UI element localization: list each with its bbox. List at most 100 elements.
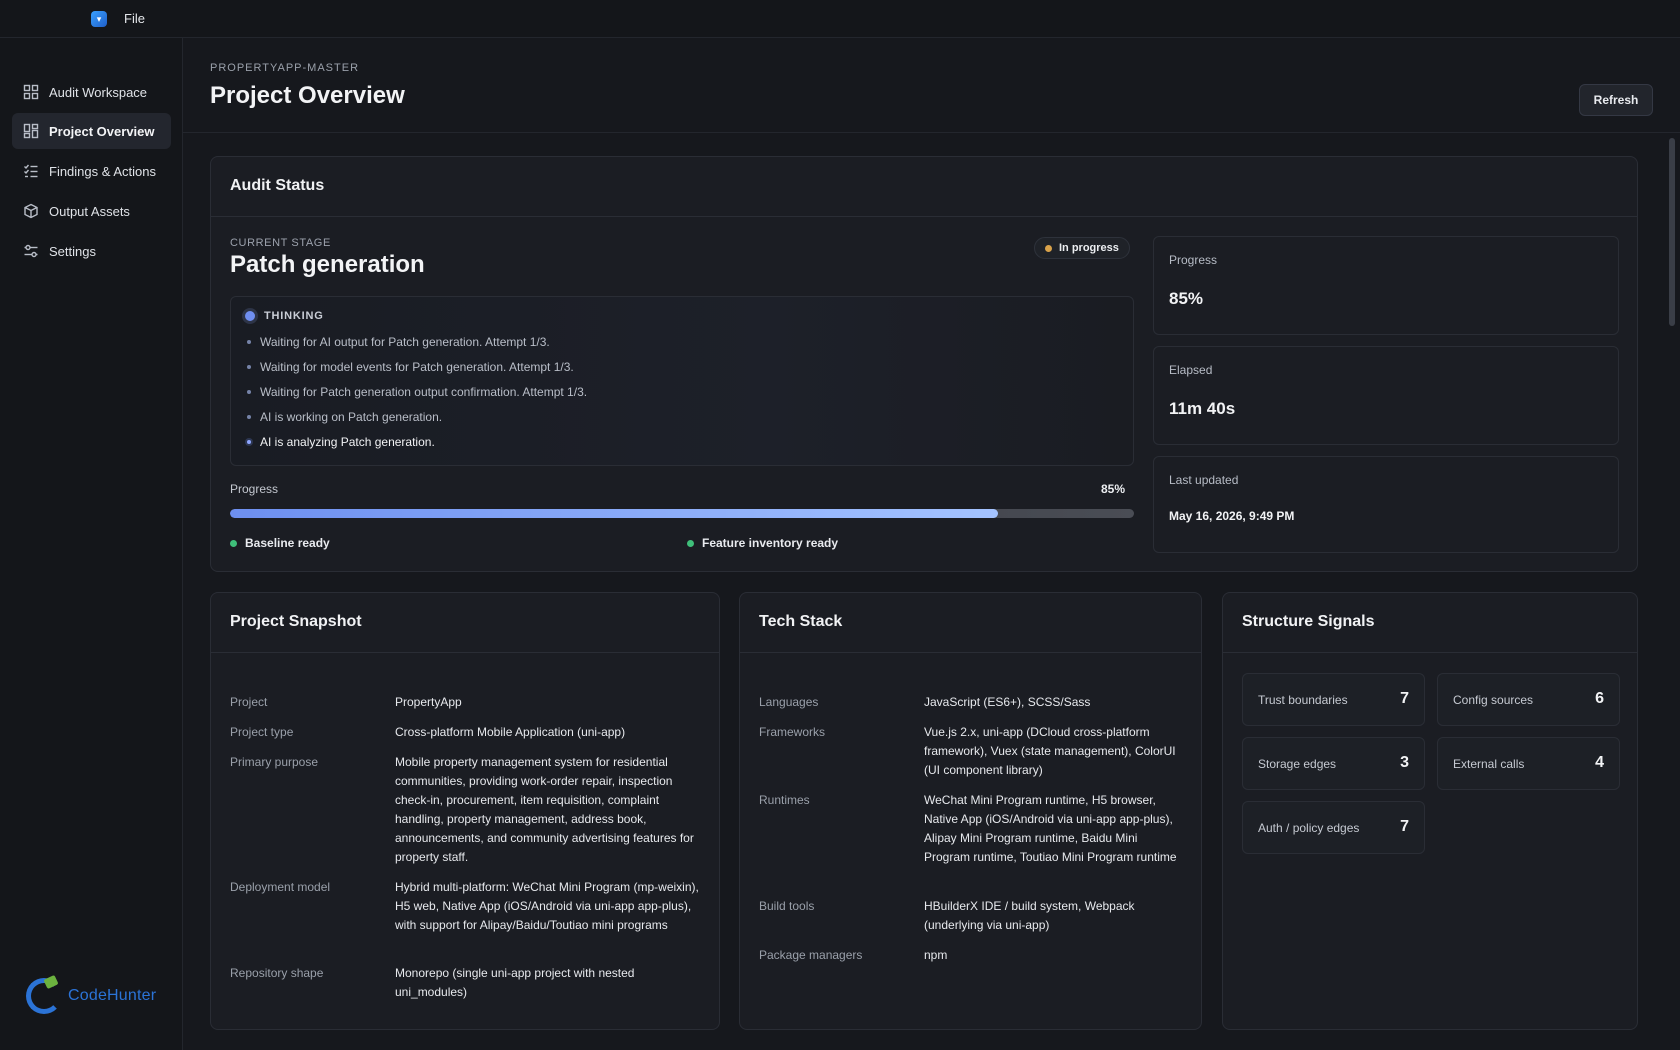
thinking-line-text: Waiting for Patch generation output conf…: [260, 385, 588, 399]
sidebar-item-settings[interactable]: Settings: [12, 233, 171, 269]
ready-tag-feature-inventory: Feature inventory ready: [687, 536, 838, 550]
sidebar-item-output-assets[interactable]: Output Assets: [12, 193, 171, 229]
metric-value: May 16, 2026, 9:49 PM: [1169, 509, 1295, 523]
thinking-line: Waiting for model events for Patch gener…: [247, 360, 574, 374]
card-title: Structure Signals: [1242, 613, 1375, 630]
page-title: Project Overview: [210, 82, 405, 109]
divider: [740, 652, 1201, 653]
sidebar-item-label: Audit Workspace: [49, 84, 148, 100]
sliders-icon: [23, 243, 39, 259]
overview-grid-icon: [23, 123, 39, 139]
field-label: Repository shape: [230, 966, 324, 980]
refresh-button[interactable]: Refresh: [1579, 84, 1653, 116]
sidebar-item-label: Settings: [49, 243, 96, 259]
field-label: Build tools: [759, 899, 815, 913]
sidebar-item-project-overview[interactable]: Project Overview: [12, 113, 171, 149]
sidebar-item-findings-actions[interactable]: Findings & Actions: [12, 153, 171, 189]
metric-value: 11m 40s: [1169, 399, 1236, 418]
checklist-icon: [23, 163, 39, 179]
field-value: Cross-platform Mobile Application (uni-a…: [395, 725, 626, 739]
field-label: Package managers: [759, 948, 863, 962]
structure-signals-card: Structure Signals Trust boundaries 7 Con…: [1222, 592, 1638, 1030]
sidebar-item-audit-workspace[interactable]: Audit Workspace: [12, 74, 171, 110]
ready-tag-label: Baseline ready: [245, 536, 330, 550]
project-snapshot-card: Project Snapshot Project PropertyApp Pro…: [210, 592, 720, 1030]
field-label: Deployment model: [230, 880, 331, 894]
thinking-line: Waiting for AI output for Patch generati…: [247, 335, 550, 349]
field-value: HBuilderX IDE / build system, Webpack (u…: [924, 899, 1135, 932]
ready-tag-label: Feature inventory ready: [702, 536, 839, 550]
title-bar: ▾ File: [0, 0, 1680, 38]
thinking-line-text: AI is working on Patch generation.: [260, 410, 443, 424]
signal-count: 4: [1595, 754, 1604, 771]
card-title: Project Snapshot: [230, 613, 362, 630]
bullet-icon: [247, 365, 251, 369]
metric-last-updated: Last updated May 16, 2026, 9:49 PM: [1153, 456, 1619, 553]
signal-label: Trust boundaries: [1258, 693, 1348, 707]
logo-mark-icon: [26, 978, 62, 1014]
stage-label: CURRENT STAGE: [230, 237, 331, 249]
bullet-icon: [247, 415, 251, 419]
signal-auth-policy-edges[interactable]: Auth / policy edges 7: [1242, 801, 1425, 854]
field-label: Languages: [759, 695, 819, 709]
breadcrumb[interactable]: PROPERTYAPP-MASTER: [210, 62, 359, 74]
menu-file[interactable]: File: [124, 11, 145, 26]
progress-fill: [230, 509, 999, 518]
thinking-line: Waiting for Patch generation output conf…: [247, 385, 587, 399]
signal-label: External calls: [1453, 757, 1525, 771]
progress-percent: 85%: [1101, 482, 1126, 496]
field-value: PropertyApp: [395, 695, 462, 709]
signal-config-sources[interactable]: Config sources 6: [1437, 673, 1620, 726]
metric-label: Progress: [1169, 253, 1218, 267]
signal-count: 7: [1400, 818, 1409, 835]
divider: [211, 216, 1637, 217]
sidebar-item-label: Output Assets: [49, 203, 130, 219]
field-value: JavaScript (ES6+), SCSS/Sass: [924, 695, 1091, 709]
field-value: Hybrid multi-platform: WeChat Mini Progr…: [395, 880, 699, 932]
ready-tag-baseline: Baseline ready: [230, 536, 330, 550]
signal-storage-edges[interactable]: Storage edges 3: [1242, 737, 1425, 790]
field-label: Project: [230, 695, 268, 709]
thinking-header: THINKING: [245, 310, 324, 322]
signal-external-calls[interactable]: External calls 4: [1437, 737, 1620, 790]
audit-status-card: Audit Status CURRENT STAGE Patch generat…: [210, 156, 1638, 572]
sidebar-item-label: Findings & Actions: [49, 163, 156, 179]
metric-label: Last updated: [1169, 473, 1239, 487]
sidebar-item-label: Project Overview: [49, 123, 155, 139]
signal-count: 6: [1595, 690, 1604, 707]
metric-progress: Progress 85%: [1153, 236, 1619, 335]
field-label: Frameworks: [759, 725, 826, 739]
thinking-line: AI is working on Patch generation.: [247, 410, 442, 424]
thinking-line-text: Waiting for AI output for Patch generati…: [260, 335, 550, 349]
progress-bar: [230, 509, 1134, 518]
workspace-icon: [23, 84, 39, 100]
field-value: Mobile property management system for re…: [395, 755, 694, 864]
codehunter-logo: CodeHunter: [26, 976, 162, 1016]
field-value: Vue.js 2.x, uni-app (DCloud cross-platfo…: [924, 725, 1176, 777]
status-text: In progress: [1059, 242, 1119, 254]
app-icon: ▾: [91, 11, 107, 27]
ready-dot-icon: [230, 539, 237, 547]
status-badge: In progress: [1034, 237, 1130, 259]
scrollbar[interactable]: [1669, 138, 1675, 326]
field-value: WeChat Mini Program runtime, H5 browser,…: [924, 793, 1177, 864]
progress-label: Progress: [230, 482, 279, 496]
thinking-line-current: AI is analyzing Patch generation.: [247, 435, 435, 449]
logo-text: CodeHunter: [68, 987, 157, 1004]
ready-dot-icon: [687, 539, 694, 547]
bullet-icon: [247, 440, 251, 444]
field-value: npm: [924, 948, 948, 962]
field-value: Monorepo (single uni-app project with ne…: [395, 966, 635, 999]
thinking-label: THINKING: [264, 310, 324, 322]
stage-name: Patch generation: [230, 251, 425, 278]
package-icon: [23, 203, 39, 219]
main-content: PROPERTYAPP-MASTER Project Overview Refr…: [183, 38, 1680, 1050]
metric-label: Elapsed: [1169, 363, 1213, 377]
field-label: Primary purpose: [230, 755, 319, 769]
card-title: Audit Status: [230, 177, 325, 194]
signal-count: 3: [1400, 754, 1409, 771]
signal-trust-boundaries[interactable]: Trust boundaries 7: [1242, 673, 1425, 726]
sidebar: Audit Workspace Project Overview Finding…: [0, 38, 183, 1050]
bullet-icon: [247, 340, 251, 344]
signal-label: Auth / policy edges: [1258, 821, 1360, 835]
